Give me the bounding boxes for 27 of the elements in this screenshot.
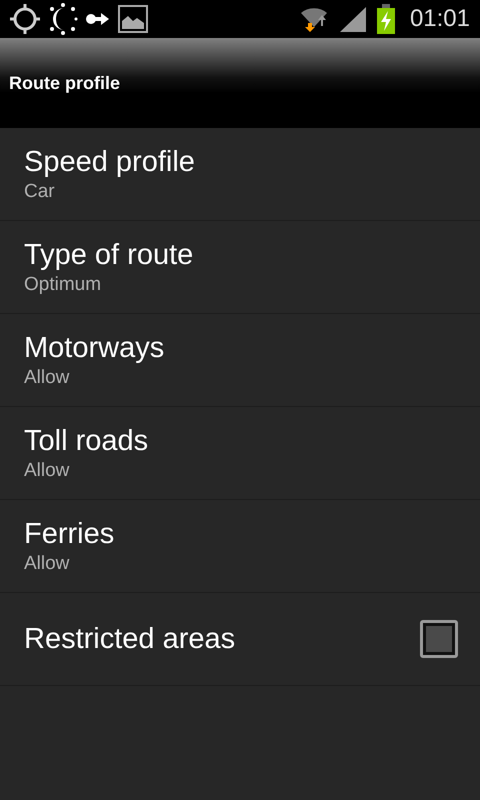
setting-title: Speed profile bbox=[24, 146, 196, 178]
setting-summary: Allow bbox=[24, 366, 70, 388]
arrow-icon bbox=[86, 12, 110, 26]
setting-title: Restricted areas bbox=[24, 622, 236, 656]
settings-item[interactable]: Toll roads Allow bbox=[0, 407, 480, 500]
settings-item[interactable]: Motorways Allow bbox=[0, 314, 480, 407]
screen-title: Route profile bbox=[9, 72, 120, 94]
battery-icon bbox=[376, 4, 396, 34]
setting-summary: Optimum bbox=[24, 274, 102, 296]
setting-title: Type of route bbox=[24, 238, 194, 272]
gps-icon bbox=[10, 4, 40, 34]
setting-summary: Allow bbox=[24, 460, 70, 482]
wifi-icon bbox=[300, 5, 330, 33]
setting-title: Toll roads bbox=[24, 424, 150, 458]
settings-item[interactable]: Type of route Optimum bbox=[0, 221, 480, 314]
setting-title: Ferries bbox=[24, 518, 116, 550]
image-icon bbox=[118, 5, 148, 33]
settings-item[interactable]: Restricted areas bbox=[0, 593, 480, 686]
checkbox[interactable] bbox=[420, 620, 458, 658]
brightness-icon bbox=[48, 3, 78, 35]
setting-summary: Car bbox=[24, 180, 56, 202]
settings-item[interactable]: Speed profile Car bbox=[0, 128, 480, 221]
signal-icon bbox=[338, 5, 368, 33]
settings-item[interactable]: Ferries Allow bbox=[0, 500, 480, 593]
setting-title: Motorways bbox=[24, 332, 166, 364]
clock: 01:01 bbox=[410, 5, 470, 33]
setting-summary: Allow bbox=[24, 552, 70, 574]
